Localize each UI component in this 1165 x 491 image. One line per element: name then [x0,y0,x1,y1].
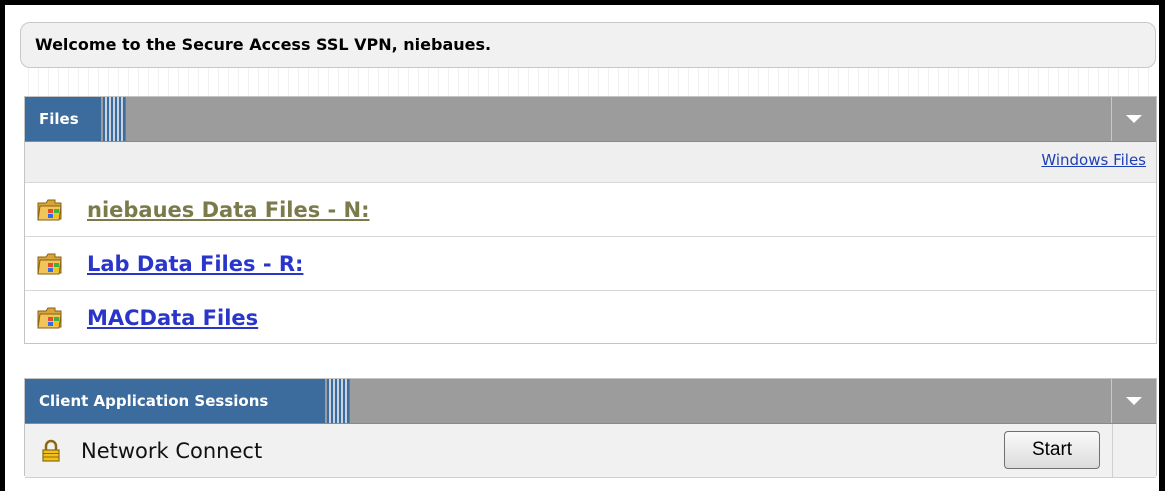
chevron-down-icon [1126,115,1142,123]
windows-folder-icon [37,199,65,221]
windows-files-link[interactable]: Windows Files [1041,151,1146,169]
network-connect-label: Network Connect [81,438,263,463]
row-divider [1112,424,1113,477]
file-link-macdata[interactable]: MACData Files [87,306,258,330]
client-panel-title: Client Application Sessions [25,379,325,423]
decorative-stripes [28,68,1156,96]
files-subbar: Windows Files [25,142,1156,183]
client-panel-header: Client Application Sessions [25,379,1156,424]
file-row: niebaues Data Files - N: [25,183,1156,237]
files-panel-title: Files [25,97,101,141]
files-panel: Files Windows Files niebaues Data Files … [24,96,1157,344]
grip-handle-icon [327,379,350,423]
client-sessions-panel: Client Application Sessions Network Conn… [24,378,1157,478]
file-link-lab-data[interactable]: Lab Data Files - R: [87,252,303,276]
file-link-niebaues-data[interactable]: niebaues Data Files - N: [87,198,370,222]
chevron-down-icon [1126,397,1142,405]
start-button[interactable]: Start [1004,431,1100,469]
client-session-row: Network Connect Start [25,424,1156,478]
lock-icon [39,439,63,463]
grip-handle-icon [103,97,126,141]
client-panel-menu-button[interactable] [1111,379,1156,423]
windows-folder-icon [37,307,65,329]
files-panel-menu-button[interactable] [1111,97,1156,141]
file-row: MACData Files [25,291,1156,345]
file-row: Lab Data Files - R: [25,237,1156,291]
windows-folder-icon [37,253,65,275]
welcome-banner: Welcome to the Secure Access SSL VPN, ni… [20,22,1156,68]
files-panel-header: Files [25,97,1156,142]
